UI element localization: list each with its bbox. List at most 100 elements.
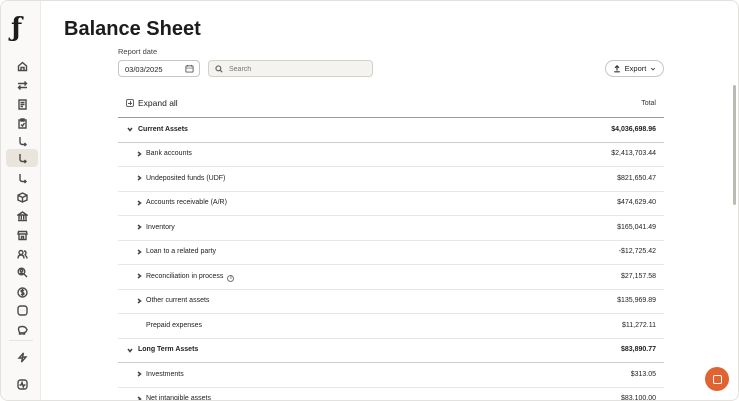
sidebar-item-7[interactable] [6,169,38,187]
sidebar-item-12[interactable] [6,263,38,281]
search-input[interactable] [229,63,369,75]
row-label-text: Undeposited funds (UDF) [146,174,226,182]
chevron-right-icon[interactable] [136,248,142,255]
table-row[interactable]: Inventory $165,041.49 [118,216,664,241]
row-amount: $2,413,703.44 [611,150,656,157]
table-row[interactable]: Loan to a related party -$12,725.42 [118,241,664,265]
row-label-text: Long Term Assets [138,346,199,353]
chat-support-button[interactable] [705,367,729,391]
row-label-text: Investments [146,370,184,378]
sidebar-item-5[interactable] [6,132,38,150]
sidebar-item-2[interactable] [6,76,38,94]
sidebar-item-16[interactable] [6,348,38,366]
balance-sheet-table: Expand all Total Current Assets $4,036,69… [118,91,664,401]
main-content: Balance Sheet Report date 03/03/2025 Exp… [41,1,738,400]
info-icon[interactable]: i [227,274,235,282]
table-row[interactable]: Investments $313.05 [118,363,664,388]
sidebar: ƒ [1,1,41,400]
row-label: Undeposited funds (UDF) [146,175,225,182]
row-amount: $11,272.11 [622,321,656,329]
transfer-icon [17,80,27,90]
more-icon [16,304,28,316]
users-icon [16,249,28,259]
section-row[interactable]: Current Assets $4,036,698.96 [118,118,664,143]
report-date-label: Report date [118,47,158,56]
expand-all-label: Expand all [138,98,178,108]
chevron-right-icon[interactable] [136,150,142,157]
store-icon [16,230,28,240]
box-icon [16,191,28,203]
chevron-right-icon[interactable] [136,273,142,279]
section-row[interactable]: Long Term Assets $83,890.77 [118,339,664,363]
table-row[interactable]: Net intangible assets $83,100.00 [118,388,664,401]
page-title: Balance Sheet [64,18,201,40]
clipboard-icon [17,117,27,129]
sidebar-item-17[interactable] [6,375,38,393]
search-icon [215,65,223,73]
row-label-text: Loan to a related party [146,248,217,255]
row-label: Net intangible assets [146,395,211,400]
row-label: Current Assets [138,126,188,133]
chevron-right-icon[interactable] [136,199,142,206]
branch-icon [18,136,27,146]
row-label: Prepaid expenses [146,322,202,329]
table-row[interactable]: Undeposited funds (UDF) $821,650.47 [118,167,664,192]
table-header: Expand all Total [118,91,664,118]
activity-icon [16,378,28,390]
row-amount: $165,041.49 [617,223,656,231]
chevron-right-icon[interactable] [136,175,142,181]
sidebar-divider [9,340,33,341]
row-label-text: Inventory [146,223,175,231]
report-date-input[interactable]: 03/03/2025 [118,60,200,77]
row-label-text: Bank accounts [146,150,192,157]
row-amount: $83,100.00 [620,395,656,401]
chevron-down-icon [651,67,656,70]
row-amount: $4,036,698.96 [611,125,656,133]
row-label: Reconciliation in process i [146,272,235,282]
row-label: Accounts receivable (A/R) [146,199,227,206]
sidebar-item-9[interactable] [6,207,38,225]
table-row[interactable]: Other current assets $135,969.89 [118,290,664,314]
calendar-icon[interactable] [185,64,194,73]
row-label: Inventory [146,224,175,231]
chevron-right-icon[interactable] [136,297,142,304]
chevron-down-icon[interactable] [127,126,133,132]
chevron-right-icon[interactable] [136,395,142,400]
chevron-down-icon[interactable] [127,347,133,353]
row-amount: $313.05 [630,370,656,378]
table-row[interactable]: Reconciliation in process i $27,157.58 [118,265,664,290]
row-label-text: Reconciliation in process [146,272,224,280]
row-label: Other current assets [146,297,209,304]
sidebar-item-10[interactable] [6,226,38,244]
search-box[interactable] [208,60,373,77]
expand-all-button[interactable]: Expand all [126,98,178,108]
row-label-text: Accounts receivable (A/R) [146,199,227,206]
sidebar-item-13[interactable] [6,283,38,301]
export-icon [613,64,620,72]
row-amount: $135,969.89 [617,297,656,304]
table-body: Current Assets $4,036,698.96 Bank accounts… [118,118,664,401]
chevron-right-icon[interactable] [136,224,142,230]
export-button[interactable]: Export [605,60,664,77]
row-amount: $821,650.47 [617,174,656,182]
chevron-right-icon[interactable] [136,371,142,377]
sidebar-item-3[interactable] [6,95,38,113]
receipt-icon [17,98,27,110]
piggy-bank-icon [17,325,28,335]
sidebar-item-4[interactable] [6,114,38,132]
sidebar-item-1[interactable] [6,57,38,75]
table-row[interactable]: Bank accounts $2,413,703.44 [118,143,664,167]
bank-icon [16,210,28,221]
sidebar-item-8[interactable] [6,188,38,206]
table-row[interactable]: Accounts receivable (A/R) $474,629.40 [118,192,664,216]
expand-icon [126,99,134,107]
sidebar-item-14[interactable] [6,301,38,319]
row-amount: $474,629.40 [617,199,656,206]
app-logo[interactable]: ƒ [11,15,33,41]
chat-icon [712,374,722,384]
sidebar-item-11[interactable] [6,245,38,263]
row-label: Investments [146,371,184,378]
sidebar-item-15[interactable] [6,320,38,338]
sidebar-item-6[interactable] [6,149,38,167]
scrollbar[interactable] [733,85,736,205]
